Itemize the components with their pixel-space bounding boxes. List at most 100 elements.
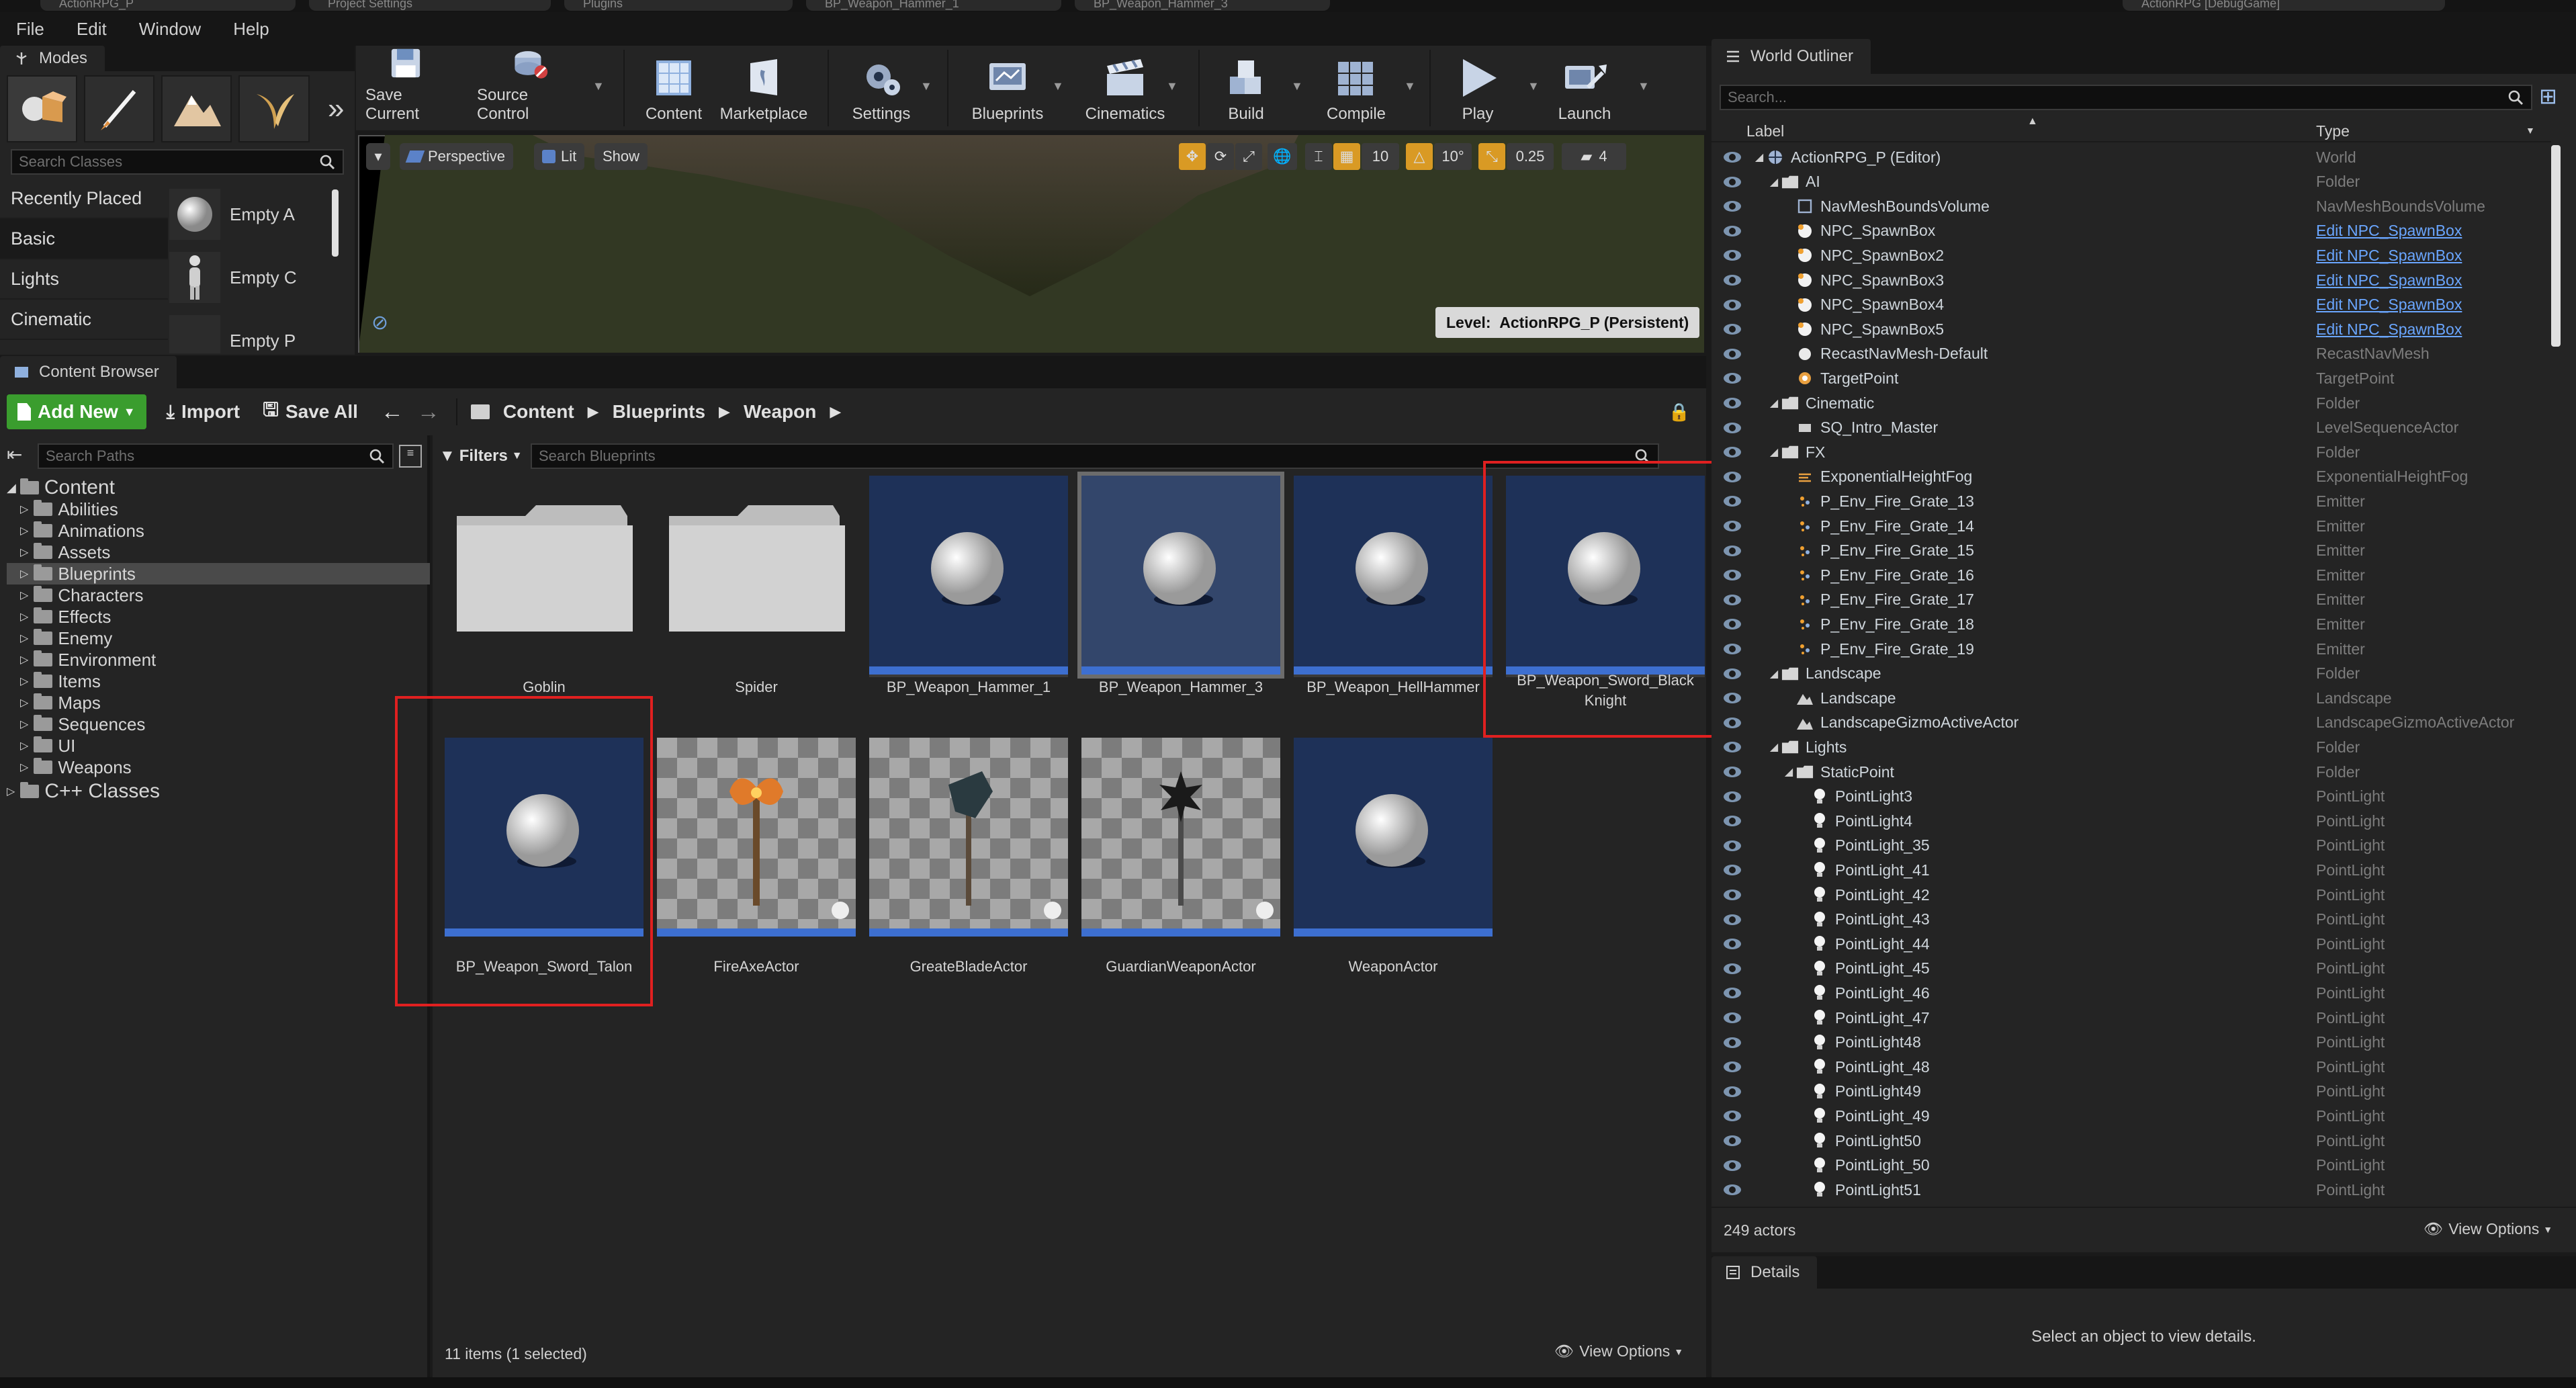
foliage-mode-button[interactable] (238, 75, 310, 142)
outliner-row[interactable]: PointLight51 PointLight (1712, 1178, 2551, 1202)
expand-arrow-icon[interactable]: ▷ (20, 546, 28, 559)
outliner-row[interactable]: PointLight_44 PointLight (1712, 932, 2551, 956)
outliner-row[interactable]: PointLight_48 PointLight (1712, 1055, 2551, 1079)
expand-arrow-icon[interactable]: ◢ (1780, 763, 1797, 781)
visibility-eye-icon[interactable] (1724, 422, 1741, 433)
breadcrumb-arrow-icon[interactable]: ▶ (588, 403, 599, 421)
menu-file[interactable]: File (0, 19, 60, 40)
visibility-eye-icon[interactable] (1724, 201, 1741, 212)
menu-edit[interactable]: Edit (60, 19, 123, 40)
visibility-eye-icon[interactable] (1724, 1111, 1741, 1122)
outliner-row[interactable]: Landscape Landscape (1712, 686, 2551, 710)
edit-blueprint-link[interactable]: Edit NPC_SpawnBox (2316, 320, 2462, 339)
edit-blueprint-link[interactable]: Edit NPC_SpawnBox (2316, 247, 2462, 265)
rotation-snap-value[interactable]: 10° (1434, 143, 1472, 170)
outliner-row[interactable]: PointLight_46 PointLight (1712, 981, 2551, 1005)
visibility-eye-icon[interactable] (1724, 1061, 1741, 1073)
asset-tile[interactable]: GreateBladeActor (869, 738, 1068, 975)
back-arrow-icon[interactable]: ← (381, 399, 404, 425)
build-button[interactable]: Build (1209, 46, 1283, 132)
more-modes-icon[interactable]: » (316, 75, 356, 142)
content-browser-tab[interactable]: Content Browser (0, 356, 177, 388)
visibility-eye-icon[interactable] (1724, 742, 1741, 753)
visibility-eye-icon[interactable] (1724, 963, 1741, 974)
outliner-row[interactable]: PointLight_43 PointLight (1712, 908, 2551, 932)
world-outliner-tab[interactable]: World Outliner (1712, 39, 1871, 74)
asset-tile[interactable]: BP_Weapon_Hammer_1 (869, 476, 1068, 695)
outliner-row[interactable]: PointLight_47 PointLight (1712, 1006, 2551, 1030)
menu-help[interactable]: Help (217, 19, 285, 40)
placeable-scrollbar[interactable] (332, 189, 339, 257)
visibility-eye-icon[interactable] (1724, 299, 1741, 310)
placeable-item[interactable]: Empty C (169, 246, 344, 309)
breadcrumb-blueprints[interactable]: Blueprints (613, 401, 705, 423)
placeable-item[interactable]: Empty P (169, 309, 344, 353)
visibility-eye-icon[interactable] (1724, 644, 1741, 654)
perspective-button[interactable]: Perspective (400, 143, 513, 170)
view-mode-button[interactable]: Lit (534, 143, 585, 170)
outliner-row[interactable]: ◢ StaticPoint Folder (1712, 760, 2551, 784)
cinematics-dropdown-icon[interactable]: ▼ (1166, 79, 1178, 93)
outliner-row[interactable]: ◢ AI Folder (1712, 170, 2551, 194)
expand-arrow-icon[interactable]: ▷ (20, 761, 28, 774)
outliner-row[interactable]: P_Env_Fire_Grate_13 Emitter (1712, 489, 2551, 513)
expand-arrow-icon[interactable]: ▷ (20, 718, 28, 731)
filters-button[interactable]: ▼ Filters ▼ (439, 443, 523, 469)
visibility-eye-icon[interactable] (1724, 890, 1741, 900)
document-tab[interactable]: BP_Weapon_Hammer_1 (806, 0, 1061, 11)
outliner-row[interactable]: P_Env_Fire_Grate_16 Emitter (1712, 563, 2551, 587)
tree-item-environment[interactable]: ▷ Environment (20, 649, 443, 670)
show-button[interactable]: Show (594, 143, 648, 170)
visibility-eye-icon[interactable] (1724, 865, 1741, 876)
paint-mode-button[interactable] (84, 75, 155, 142)
visibility-eye-icon[interactable] (1724, 176, 1741, 187)
expand-arrow-icon[interactable]: ▷ (20, 524, 28, 537)
visibility-eye-icon[interactable] (1724, 152, 1741, 163)
visibility-eye-icon[interactable] (1724, 939, 1741, 950)
place-mode-button[interactable] (7, 75, 78, 142)
translate-tool-icon[interactable]: ✥ (1179, 143, 1206, 170)
launch-button[interactable]: Launch (1548, 46, 1622, 132)
tree-item-sequences[interactable]: ▷ Sequences (20, 713, 443, 735)
project-tab[interactable]: ActionRPG [DebugGame] (2123, 0, 2445, 11)
outliner-row[interactable]: TargetPoint TargetPoint (1712, 366, 2551, 390)
outliner-row[interactable]: ◢ Landscape Folder (1712, 662, 2551, 686)
expand-arrow-icon[interactable]: ▷ (20, 653, 28, 666)
source-control-dropdown-icon[interactable]: ▼ (592, 79, 605, 93)
visibility-eye-icon[interactable] (1724, 668, 1741, 679)
visibility-eye-icon[interactable] (1724, 545, 1741, 556)
source-control-button[interactable]: Source Control (477, 46, 584, 132)
outliner-row[interactable]: ◢ ActionRPG_P (Editor) World (1712, 145, 2551, 169)
visibility-eye-icon[interactable] (1724, 840, 1741, 851)
expand-arrow-icon[interactable]: ▷ (20, 567, 28, 580)
breadcrumb-arrow-icon[interactable]: ▶ (719, 403, 730, 421)
add-new-button[interactable]: Add New ▼ (7, 394, 146, 429)
outliner-row[interactable]: PointLight48 PointLight (1712, 1031, 2551, 1055)
collapse-sources-icon[interactable]: ⇤ (7, 443, 34, 469)
visibility-eye-icon[interactable] (1724, 1086, 1741, 1097)
breadcrumb-content[interactable]: Content (503, 401, 574, 423)
asset-tile[interactable]: WeaponActor (1294, 738, 1493, 975)
landscape-mode-button[interactable] (161, 75, 232, 142)
outliner-row[interactable]: ◢ Lights Folder (1712, 735, 2551, 759)
outliner-row[interactable]: PointLight_35 PointLight (1712, 834, 2551, 858)
launch-dropdown-icon[interactable]: ▼ (1638, 79, 1650, 93)
expand-arrow-icon[interactable]: ◢ (1765, 394, 1783, 412)
outliner-row[interactable]: NPC_SpawnBox5 Edit NPC_SpawnBox (1712, 317, 2551, 341)
scale-tool-icon[interactable]: ⤢ (1235, 143, 1262, 170)
column-dropdown-icon[interactable]: ▼ (2526, 125, 2535, 136)
tree-item-enemy[interactable]: ▷ Enemy (20, 627, 443, 649)
placeable-item[interactable]: Empty A (169, 183, 344, 246)
details-tab[interactable]: Details (1712, 1256, 1818, 1289)
visibility-eye-icon[interactable] (1724, 619, 1741, 630)
expand-arrow-icon[interactable]: ▷ (20, 589, 28, 602)
outliner-row[interactable]: PointLight_41 PointLight (1712, 858, 2551, 882)
outliner-row[interactable]: LandscapeGizmoActiveActor LandscapeGizmoA… (1712, 711, 2551, 735)
outliner-row[interactable]: RecastNavMesh-Default RecastNavMesh (1712, 342, 2551, 366)
asset-tile[interactable]: FireAxeActor (657, 738, 856, 975)
viewport-options-button[interactable]: ▾ (366, 143, 390, 170)
visibility-eye-icon[interactable] (1724, 348, 1741, 359)
level-viewport[interactable]: ▾ Perspective Lit Show ✥ ⟳ ⤢ 🌐 ⌶ ▦ 10 △ … (356, 133, 1706, 355)
tree-item-abilities[interactable]: ▷ Abilities (20, 498, 443, 520)
visibility-eye-icon[interactable] (1724, 250, 1741, 261)
